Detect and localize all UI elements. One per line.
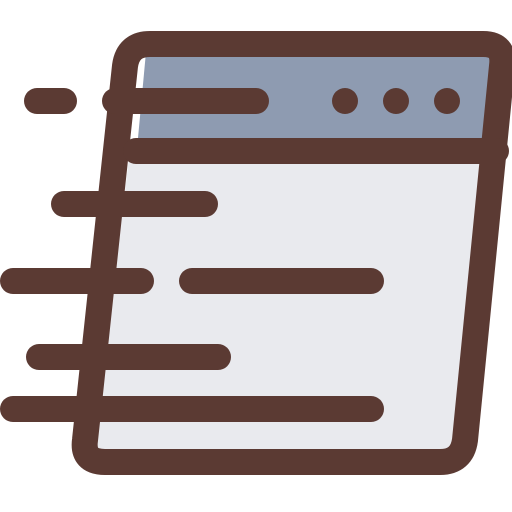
window-controls	[332, 88, 460, 114]
icon-canvas	[0, 0, 512, 512]
window-control-dot	[434, 88, 460, 114]
fast-browser-window-icon	[0, 31, 512, 475]
window-control-dot	[332, 88, 358, 114]
window-control-dot	[383, 88, 409, 114]
